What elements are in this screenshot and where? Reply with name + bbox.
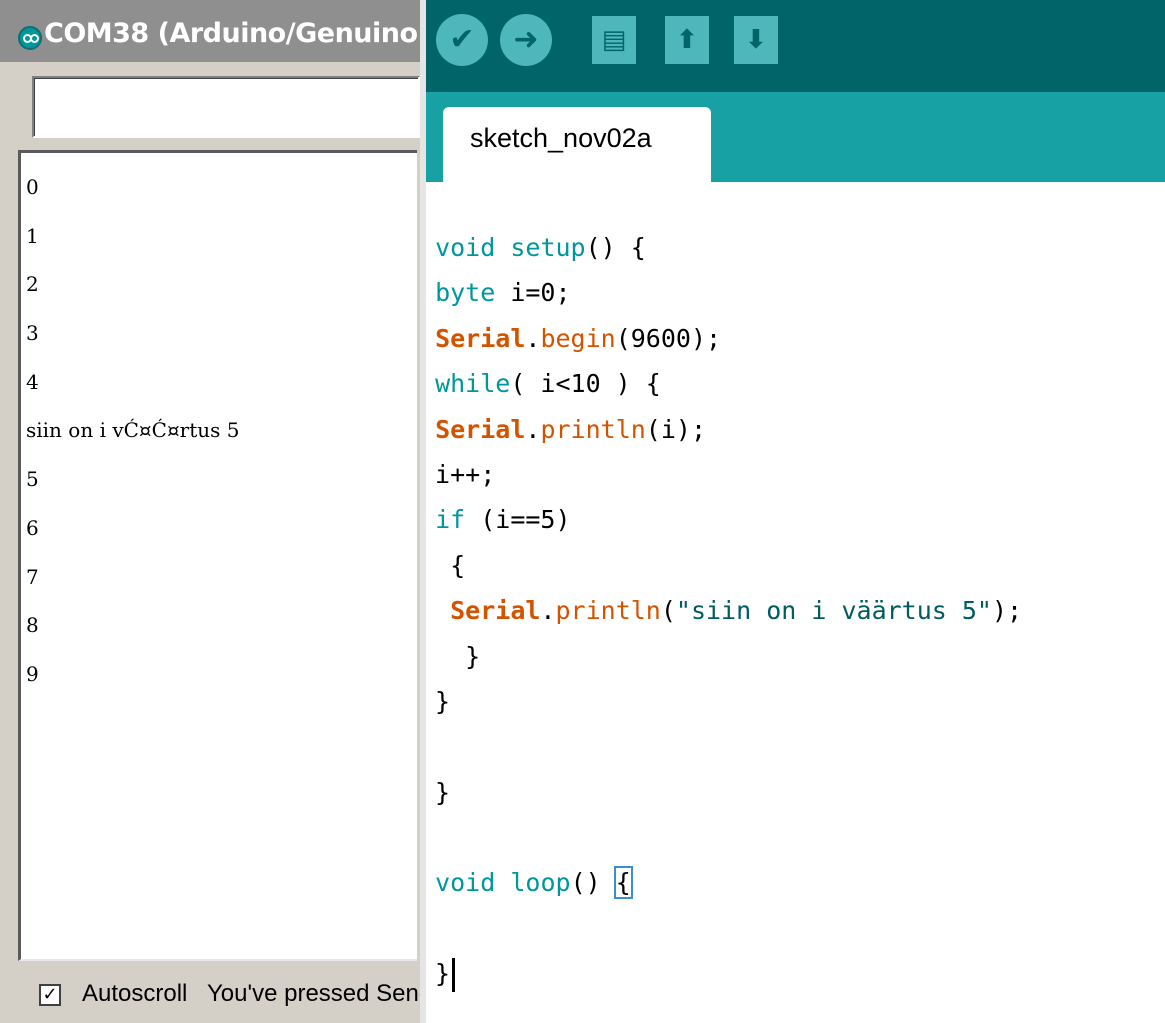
- code-line: Serial.println("siin on i väärtus 5");: [450, 596, 1023, 626]
- matched-brace: {: [613, 866, 633, 900]
- serial-output-line: 3: [26, 321, 39, 346]
- arduino-logo-icon: [18, 26, 42, 50]
- ide-toolbar: ✔ ➜ ▤ ⬆ ⬇: [420, 0, 1165, 92]
- checkmark-icon: ✔: [449, 22, 475, 57]
- save-sketch-button[interactable]: ⬇: [734, 16, 778, 64]
- code-line: }: [420, 686, 451, 716]
- code-line: }: [420, 641, 481, 671]
- code-line: byte i=0;: [435, 278, 571, 308]
- code-line: }: [420, 951, 1022, 996]
- code-line: Serial.println(i);: [435, 414, 707, 444]
- serial-output-line: 6: [26, 515, 39, 540]
- status-message: You've pressed Send: [207, 980, 420, 1007]
- tab-sketch[interactable]: sketch_nov02a: [443, 107, 711, 182]
- down-arrow-icon: ⬇: [745, 25, 767, 55]
- code-line: Serial.begin(9600);: [435, 323, 722, 353]
- code-line: void setup() {: [435, 233, 646, 262]
- serial-send-input[interactable]: [32, 76, 420, 138]
- open-sketch-button[interactable]: ⬆: [665, 16, 709, 64]
- serial-output-line: 1: [26, 223, 39, 248]
- serial-output-line: 8: [26, 613, 39, 638]
- verify-button[interactable]: ✔: [436, 14, 488, 66]
- code-editor[interactable]: void setup() { byte i=0; Serial.begin(96…: [420, 182, 1165, 1023]
- serial-monitor-footer: ✓ Autoscroll You've pressed Send: [0, 962, 420, 1023]
- code-line: }: [420, 777, 451, 807]
- serial-monitor-window: COM38 (Arduino/Genuino Uno) 0 1 2 3 4 si…: [0, 0, 420, 1023]
- serial-output-line: 0: [26, 175, 39, 199]
- serial-monitor-titlebar: COM38 (Arduino/Genuino Uno): [0, 0, 420, 62]
- tab-label: sketch_nov02a: [470, 123, 652, 153]
- new-sketch-button[interactable]: ▤: [592, 16, 636, 64]
- code-line: i++;: [420, 459, 496, 489]
- sketch-tab-bar: sketch_nov02a: [420, 92, 1165, 182]
- serial-output-line: 2: [26, 272, 39, 297]
- editor-gutter-edge: [420, 0, 426, 1023]
- serial-monitor-title: COM38 (Arduino/Genuino Uno): [44, 18, 420, 49]
- upload-button[interactable]: ➜: [500, 14, 552, 66]
- code-line: {: [420, 550, 466, 580]
- up-arrow-icon: ⬆: [676, 25, 698, 55]
- serial-output-line: 9: [26, 661, 39, 686]
- checkmark-icon: ✓: [42, 984, 58, 1005]
- serial-output-line: 5: [26, 467, 39, 492]
- right-arrow-icon: ➜: [513, 22, 539, 57]
- serial-output-line: 4: [26, 369, 39, 394]
- autoscroll-label: Autoscroll: [82, 980, 188, 1007]
- serial-output-area[interactable]: 0 1 2 3 4 siin on i vĆ¤Ć¤rtus 5 5 6 7 8 …: [18, 150, 417, 961]
- code-line: while( i<10 ) {: [435, 369, 661, 399]
- autoscroll-checkbox[interactable]: ✓: [39, 984, 61, 1006]
- code-line: if (i==5): [435, 505, 571, 535]
- arduino-ide-window: ✔ ➜ ▤ ⬆ ⬇ sketch_nov02a void setup() { b…: [420, 0, 1165, 1023]
- code-line: void loop() {: [435, 866, 633, 900]
- serial-output-line: 7: [26, 564, 39, 589]
- document-icon: ▤: [601, 25, 627, 55]
- serial-output-line: siin on i vĆ¤Ć¤rtus 5: [26, 418, 240, 443]
- text-cursor: [452, 958, 456, 993]
